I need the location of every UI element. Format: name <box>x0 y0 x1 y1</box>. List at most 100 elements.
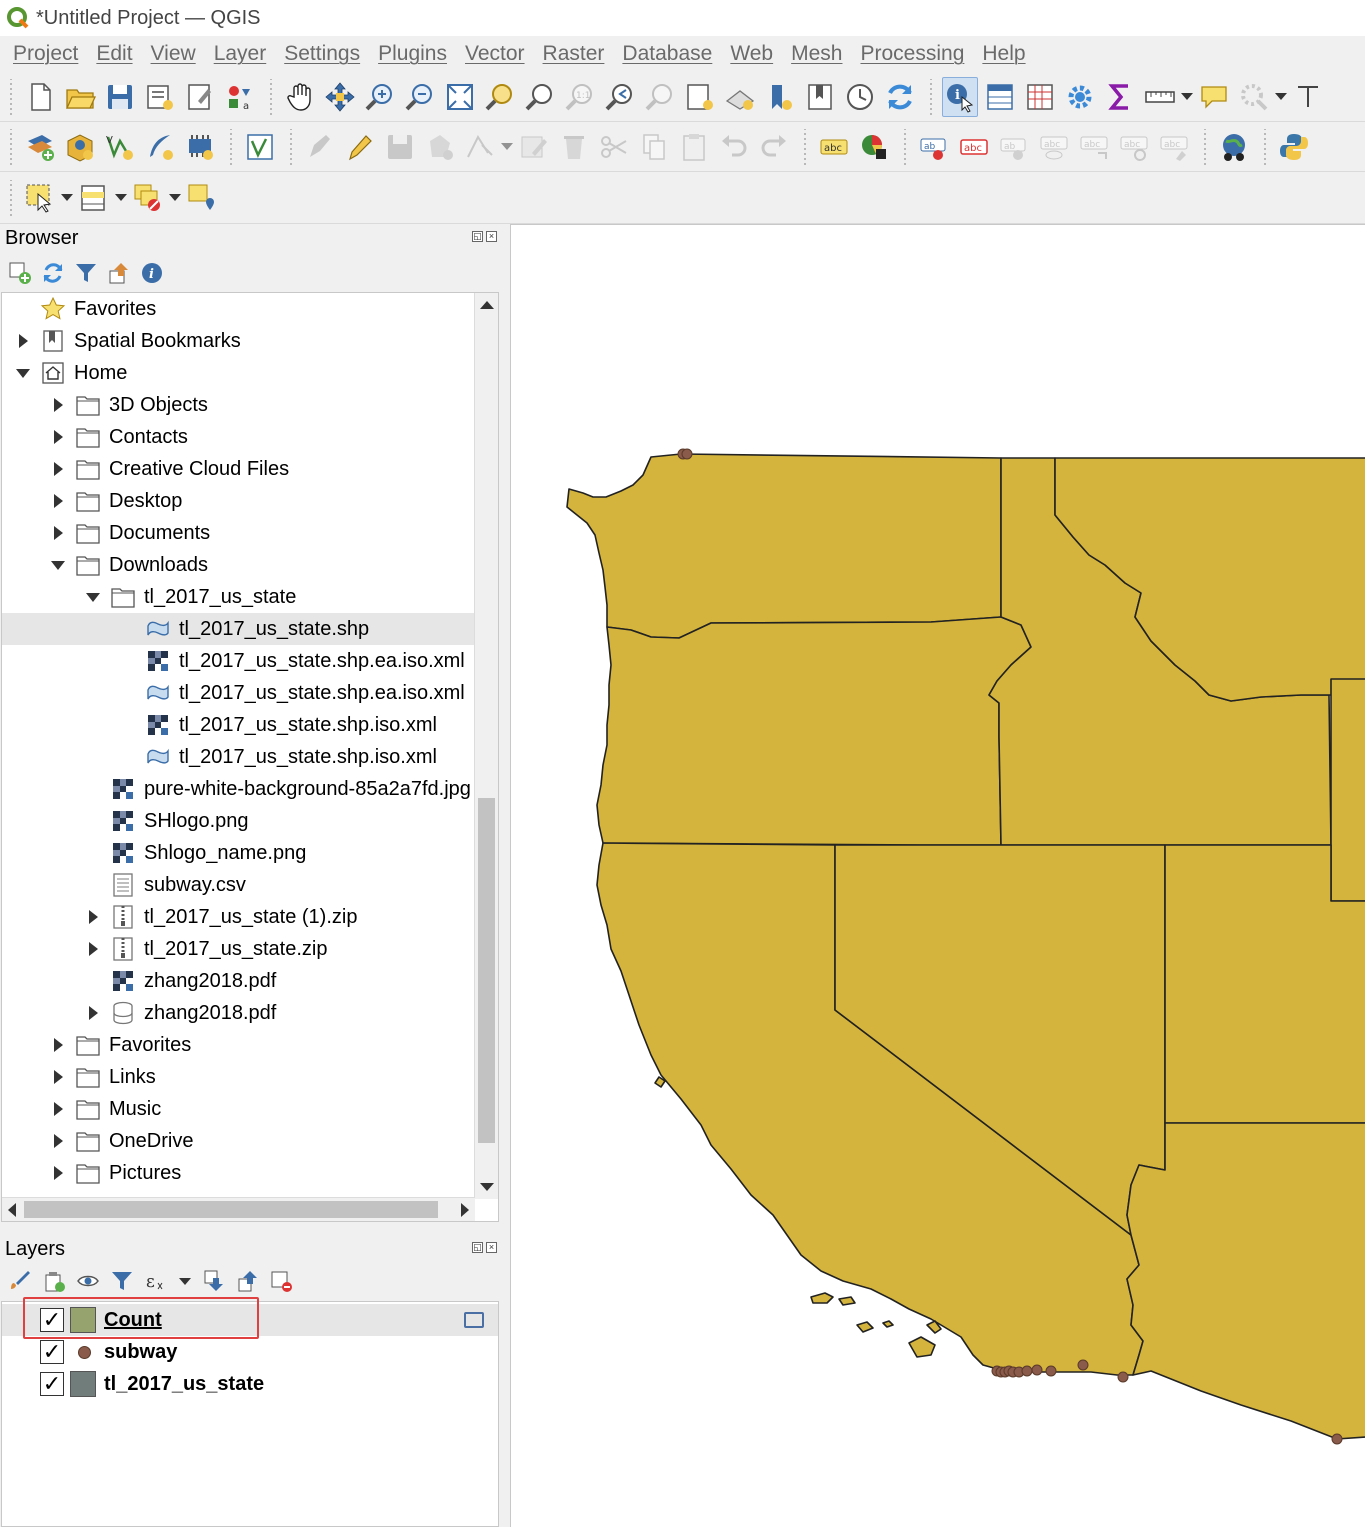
browser-tree-item[interactable]: tl_2017_us_state (1).zip <box>2 901 475 933</box>
cut-features-button[interactable] <box>596 127 632 167</box>
save-project-button[interactable] <box>102 77 138 117</box>
delete-selected-button[interactable] <box>556 127 592 167</box>
float-panel-icon[interactable]: ◱ <box>472 231 483 242</box>
browser-tree-item[interactable]: zhang2018.pdf <box>2 965 475 997</box>
temporal-controller-button[interactable] <box>842 77 878 117</box>
new-spatialite-layer-button[interactable] <box>142 127 178 167</box>
menu-layer[interactable]: Layer <box>205 42 276 66</box>
new-bookmark-button[interactable] <box>762 77 798 117</box>
menu-view[interactable]: View <box>142 42 205 66</box>
scroll-thumb[interactable] <box>478 798 495 1143</box>
vertex-tool-dropdown[interactable] <box>500 143 514 150</box>
deselect-dropdown[interactable] <box>168 194 182 201</box>
browser-horizontal-scrollbar[interactable] <box>2 1197 475 1221</box>
expand-arrow-icon[interactable] <box>51 1134 65 1148</box>
text-annotation-button[interactable] <box>1290 77 1326 117</box>
processing-toolbox-button[interactable] <box>1062 77 1098 117</box>
scroll-left-arrow-icon[interactable] <box>8 1203 16 1217</box>
select-features-button[interactable] <box>22 178 58 218</box>
select-by-value-button[interactable] <box>76 178 112 218</box>
zoom-in-button[interactable] <box>362 77 398 117</box>
collapse-arrow-icon[interactable] <box>16 366 30 380</box>
expand-arrow-icon[interactable] <box>51 1102 65 1116</box>
expand-arrow-icon[interactable] <box>86 910 100 924</box>
browser-tree-item[interactable]: Home <box>2 357 475 389</box>
modify-attributes-button[interactable] <box>516 127 552 167</box>
browser-tree-item[interactable]: Desktop <box>2 485 475 517</box>
toolbar-grip[interactable] <box>6 179 16 216</box>
layer-row-tl-2017-us-state[interactable]: ✓ tl_2017_us_state <box>2 1368 498 1400</box>
label-properties-button[interactable]: abc <box>1156 127 1192 167</box>
zoom-native-button[interactable]: 1:1 <box>562 77 598 117</box>
toolbar-grip[interactable] <box>800 128 810 165</box>
filter-expression-dropdown[interactable] <box>178 1278 192 1285</box>
layer-row-subway[interactable]: ✓ subway <box>2 1336 498 1368</box>
zoom-last-button[interactable] <box>602 77 638 117</box>
browser-tree-item[interactable]: zhang2018.pdf <box>2 997 475 1029</box>
toolbar-grip[interactable] <box>1260 128 1270 165</box>
change-label-button[interactable]: abc <box>1116 127 1152 167</box>
browser-tree-item[interactable]: Downloads <box>2 549 475 581</box>
measure-line-button[interactable] <box>1142 77 1178 117</box>
expand-arrow-icon[interactable] <box>51 494 65 508</box>
new-temporary-layer-button[interactable] <box>182 127 218 167</box>
expand-arrow-icon[interactable] <box>51 1038 65 1052</box>
browser-tree-item[interactable]: OneDrive <box>2 1125 475 1157</box>
menu-help[interactable]: Help <box>973 42 1034 66</box>
browser-tree-item[interactable]: pure-white-background-85a2a7fd.jpg <box>2 773 475 805</box>
toolbar-grip[interactable] <box>226 128 236 165</box>
menu-edit[interactable]: Edit <box>87 42 141 66</box>
show-hide-labels-button[interactable]: abc <box>1036 127 1072 167</box>
browser-tree-item[interactable]: tl_2017_us_state.shp.iso.xml <box>2 741 475 773</box>
map-canvas[interactable] <box>510 224 1365 1527</box>
zoom-to-layer-button[interactable] <box>522 77 558 117</box>
manage-visibility-button[interactable] <box>76 1269 100 1293</box>
refresh-browser-button[interactable] <box>41 261 65 285</box>
open-project-button[interactable] <box>62 77 98 117</box>
copy-features-button[interactable] <box>636 127 672 167</box>
pan-map-button[interactable] <box>282 77 318 117</box>
panel-splitter[interactable] <box>500 224 510 1527</box>
rotate-label-button[interactable]: abc <box>1076 127 1112 167</box>
measure-dropdown[interactable] <box>1180 93 1194 100</box>
redo-button[interactable] <box>756 127 792 167</box>
save-edits-button[interactable] <box>382 127 418 167</box>
zoom-next-button[interactable] <box>642 77 678 117</box>
expand-arrow-icon[interactable] <box>16 334 30 348</box>
new-geopackage-layer-button[interactable] <box>62 127 98 167</box>
close-panel-icon[interactable]: × <box>486 231 497 242</box>
close-panel-icon[interactable]: × <box>486 1242 497 1253</box>
data-source-manager-button[interactable] <box>22 127 58 167</box>
toolbar-grip[interactable] <box>266 78 276 115</box>
browser-tree-item[interactable]: Favorites <box>2 1029 475 1061</box>
toolbar-grip[interactable] <box>900 128 910 165</box>
python-console-button[interactable] <box>1276 127 1312 167</box>
menu-settings[interactable]: Settings <box>275 42 369 66</box>
locator-dropdown[interactable] <box>1274 93 1288 100</box>
show-bookmarks-button[interactable] <box>802 77 838 117</box>
expand-arrow-icon[interactable] <box>51 462 65 476</box>
browser-tree-item[interactable]: subway.csv <box>2 869 475 901</box>
toolbar-grip[interactable] <box>1200 128 1210 165</box>
new-map-view-button[interactable] <box>682 77 718 117</box>
expand-arrow-icon[interactable] <box>51 1070 65 1084</box>
properties-button[interactable]: i <box>140 261 164 285</box>
browser-tree-item[interactable]: 3D Objects <box>2 389 475 421</box>
select-by-value-dropdown[interactable] <box>114 194 128 201</box>
current-edits-button[interactable] <box>302 127 338 167</box>
statistics-button[interactable] <box>1022 77 1058 117</box>
browser-tree-item[interactable]: Spatial Bookmarks <box>2 325 475 357</box>
scroll-down-arrow-icon[interactable] <box>480 1183 494 1191</box>
expand-arrow-icon[interactable] <box>86 1006 100 1020</box>
new-shapefile-layer-button[interactable]: V <box>102 127 138 167</box>
expand-arrow-icon[interactable] <box>86 942 100 956</box>
layer-visibility-checkbox[interactable]: ✓ <box>40 1372 64 1396</box>
browser-tree-item[interactable]: tl_2017_us_state <box>2 581 475 613</box>
toolbar-grip[interactable] <box>6 78 16 115</box>
filter-by-expression-button[interactable]: ε <box>144 1269 168 1293</box>
style-layers-button[interactable] <box>8 1269 32 1293</box>
zoom-to-selection-button[interactable] <box>482 77 518 117</box>
collapse-arrow-icon[interactable] <box>51 558 65 572</box>
browser-tree-item[interactable]: Pictures <box>2 1157 475 1189</box>
filter-browser-button[interactable] <box>74 261 98 285</box>
